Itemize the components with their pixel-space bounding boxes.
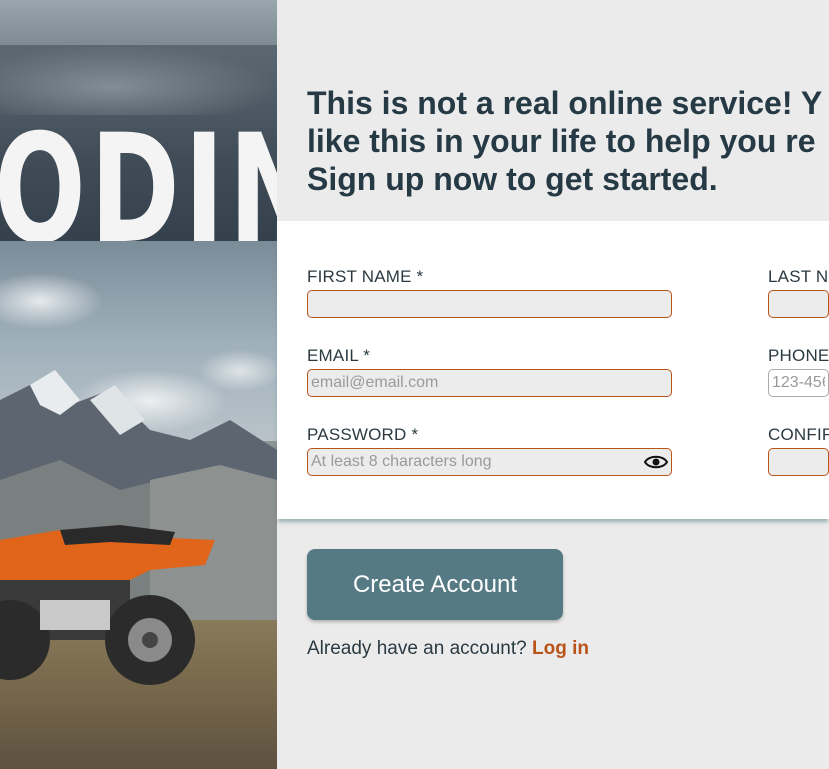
login-prompt: Already have an account? Log in xyxy=(307,638,589,660)
login-link[interactable]: Log in xyxy=(532,638,589,659)
first-name-group: FIRST NAME * xyxy=(307,267,672,318)
password-label: PASSWORD * xyxy=(307,425,419,444)
password-wrapper xyxy=(307,448,672,476)
atv-image xyxy=(0,525,215,685)
last-name-label: LAST N xyxy=(768,267,829,286)
confirm-password-label: CONFIF xyxy=(768,425,829,444)
phone-input[interactable] xyxy=(768,369,829,397)
confirm-password-input[interactable] xyxy=(768,448,829,476)
first-name-input[interactable] xyxy=(307,290,672,318)
email-input[interactable] xyxy=(307,369,672,397)
email-group: EMAIL * xyxy=(307,346,672,397)
eye-icon[interactable] xyxy=(644,451,668,473)
password-input[interactable] xyxy=(307,448,672,476)
last-name-input[interactable] xyxy=(768,290,829,318)
confirm-password-group: CONFIF xyxy=(768,425,829,476)
heading-line-2: like this in your life to help you re xyxy=(307,123,816,159)
password-group: PASSWORD * xyxy=(307,425,672,476)
phone-label: PHONE xyxy=(768,346,829,365)
create-account-button[interactable]: Create Account xyxy=(307,549,563,620)
hero-image-panel: ODIN xyxy=(0,0,277,769)
logo-banner: ODIN xyxy=(0,45,277,265)
last-name-group: LAST N xyxy=(768,267,829,318)
heading-line-3: Sign up now to get started. xyxy=(307,161,718,197)
email-label: EMAIL * xyxy=(307,346,371,365)
login-prompt-text: Already have an account? xyxy=(307,638,532,659)
heading-line-1: This is not a real online service! Y xyxy=(307,85,823,121)
phone-group: PHONE xyxy=(768,346,829,397)
page-heading: This is not a real online service! Y lik… xyxy=(307,84,829,198)
first-name-label: FIRST NAME * xyxy=(307,267,424,286)
signup-form: FIRST NAME * LAST N EMAIL * PHONE PASSWO… xyxy=(277,221,829,519)
